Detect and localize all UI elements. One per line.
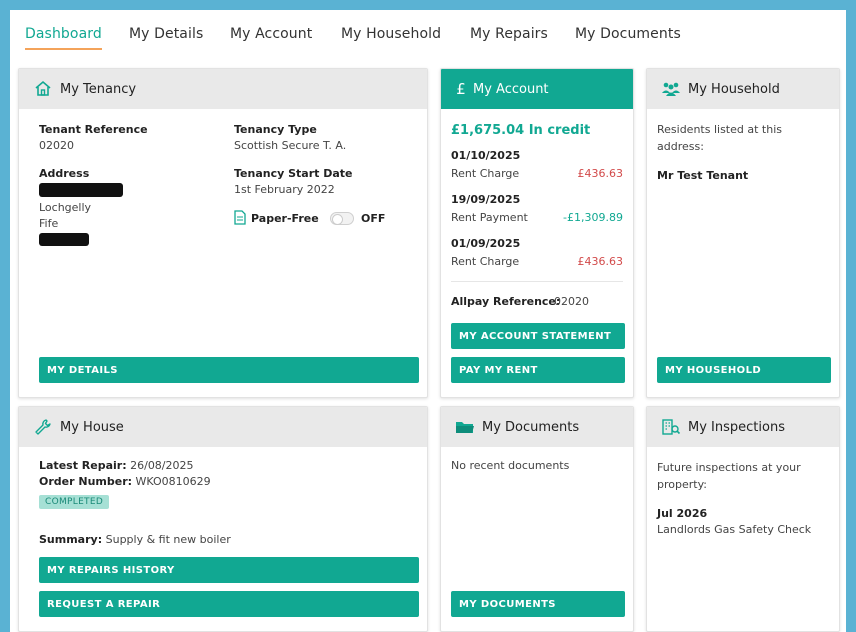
latest-repair-date: 26/08/2025: [130, 459, 194, 472]
allpay-label: Allpay Reference:: [451, 295, 561, 308]
document-icon: [234, 210, 246, 229]
account-card-header: £ My Account: [441, 69, 633, 109]
people-icon: [661, 79, 681, 99]
tenancy-type-value: Scottish Secure T. A.: [234, 139, 347, 152]
documents-card: My Documents No recent documents MY DOCU…: [440, 406, 634, 632]
postcode-redaction: [39, 233, 89, 246]
house-card: My House Latest Repair: 26/08/2025 Order…: [18, 406, 428, 632]
tenancy-card-title: My Tenancy: [60, 81, 137, 97]
inspections-card: My Inspections Future inspections at you…: [646, 406, 840, 632]
pay-rent-button[interactable]: PAY MY RENT: [451, 357, 625, 383]
transaction-desc: Rent Payment: [451, 211, 528, 224]
paper-free-state: OFF: [361, 212, 386, 225]
tab-my-repairs[interactable]: My Repairs: [470, 26, 548, 42]
inspections-intro: Future inspections at your property:: [657, 461, 801, 491]
order-number-row: Order Number: WKO0810629: [39, 475, 211, 488]
account-card-title: My Account: [473, 81, 549, 97]
documents-card-header: My Documents: [441, 407, 633, 447]
my-household-button[interactable]: MY HOUSEHOLD: [657, 357, 831, 383]
transaction-date: 01/09/2025: [451, 237, 521, 250]
inspection-desc: Landlords Gas Safety Check: [657, 523, 812, 536]
account-statement-button[interactable]: MY ACCOUNT STATEMENT: [451, 323, 625, 349]
household-card: My Household Residents listed at this ad…: [646, 68, 840, 398]
documents-empty-text: No recent documents: [451, 459, 570, 472]
resident-name: Mr Test Tenant: [657, 169, 749, 182]
start-date-value: 1st February 2022: [234, 183, 335, 196]
pound-icon: £: [456, 80, 466, 98]
address-redaction: [39, 183, 123, 197]
inspections-card-header: My Inspections: [647, 407, 839, 447]
house-card-title: My House: [60, 419, 124, 435]
address-label: Address: [39, 167, 90, 180]
building-search-icon: [661, 417, 681, 437]
tenant-reference-value: 02020: [39, 139, 74, 152]
summary-label: Summary:: [39, 533, 103, 546]
account-divider: [451, 281, 623, 282]
order-number-label: Order Number:: [39, 475, 133, 488]
tab-my-account[interactable]: My Account: [230, 26, 312, 42]
transaction-desc: Rent Charge: [451, 167, 520, 180]
transaction-amount: £436.63: [577, 167, 624, 180]
tab-my-household[interactable]: My Household: [341, 26, 441, 42]
tenancy-type-label: Tenancy Type: [234, 123, 317, 136]
account-card: £ My Account £1,675.04 In credit 01/10/2…: [440, 68, 634, 398]
transaction-amount: -£1,309.89: [563, 211, 623, 224]
my-documents-button[interactable]: MY DOCUMENTS: [451, 591, 625, 617]
my-details-button[interactable]: MY DETAILS: [39, 357, 419, 383]
transaction-date: 19/09/2025: [451, 193, 521, 206]
address-region: Fife: [39, 217, 59, 230]
inspection-date: Jul 2026: [657, 507, 708, 520]
transaction-desc: Rent Charge: [451, 255, 520, 268]
tab-my-documents[interactable]: My Documents: [575, 26, 681, 42]
main-tabs: Dashboard My Details My Account My House…: [10, 10, 846, 66]
account-balance: £1,675.04 In credit: [451, 123, 591, 138]
dashboard-page: Dashboard My Details My Account My House…: [10, 10, 846, 632]
paper-free-label: Paper-Free: [251, 212, 319, 225]
transaction-date: 01/10/2025: [451, 149, 521, 162]
household-card-header: My Household: [647, 69, 839, 109]
inspections-card-title: My Inspections: [688, 419, 785, 435]
summary-row: Summary: Supply & fit new boiler: [39, 533, 231, 546]
summary-value: Supply & fit new boiler: [105, 533, 231, 546]
household-intro: Residents listed at this address:: [657, 123, 782, 153]
order-number-value: WKO0810629: [135, 475, 211, 488]
address-town: Lochgelly: [39, 201, 92, 214]
wrench-icon: [33, 417, 53, 437]
home-icon: [33, 79, 53, 99]
tenancy-card: My Tenancy Tenant Reference 02020 Tenanc…: [18, 68, 428, 398]
latest-repair-row: Latest Repair: 26/08/2025: [39, 459, 194, 472]
tab-dashboard[interactable]: Dashboard: [25, 26, 102, 50]
status-badge: COMPLETED: [39, 495, 110, 509]
tab-my-details[interactable]: My Details: [129, 26, 203, 42]
request-repair-button[interactable]: REQUEST A REPAIR: [39, 591, 419, 617]
tenancy-card-header: My Tenancy: [19, 69, 427, 109]
tenant-reference-label: Tenant Reference: [39, 123, 148, 136]
repairs-history-button[interactable]: MY REPAIRS HISTORY: [39, 557, 419, 583]
household-card-title: My Household: [688, 81, 780, 97]
house-card-header: My House: [19, 407, 427, 447]
paper-free-toggle[interactable]: [330, 212, 354, 225]
folder-icon: [455, 417, 475, 437]
transaction-amount: £436.63: [577, 255, 624, 268]
latest-repair-label: Latest Repair:: [39, 459, 127, 472]
start-date-label: Tenancy Start Date: [234, 167, 353, 180]
allpay-reference: 02020: [554, 295, 589, 308]
documents-card-title: My Documents: [482, 419, 580, 435]
